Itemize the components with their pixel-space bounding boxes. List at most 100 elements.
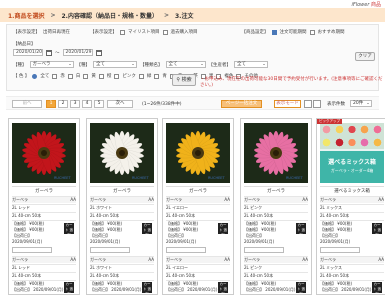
brand-logo: iFlower 商品	[351, 2, 381, 8]
history-checkbox[interactable]	[162, 29, 168, 35]
product-photo[interactable]	[12, 123, 76, 183]
add-to-cart-button[interactable]: カート 追加	[372, 223, 382, 237]
add-to-cart-button[interactable]: カート 追加	[64, 282, 74, 294]
color-checkbox[interactable]	[98, 73, 104, 79]
quantity-input[interactable]	[320, 247, 360, 253]
color-option: 黄	[91, 74, 96, 79]
add-to-cart-button[interactable]: カート 追加	[296, 282, 306, 294]
category-select[interactable]: ガーベラ	[29, 61, 74, 68]
quantity-input[interactable]	[12, 247, 52, 253]
spec-row: 2L 40-cm 50本	[90, 212, 154, 219]
stem-value: 40-cm	[250, 213, 263, 218]
color-checkbox[interactable]	[52, 73, 58, 79]
color-radio[interactable]	[32, 73, 38, 79]
product-name[interactable]: 選べるミックス箱	[320, 186, 384, 194]
size-value: 2L	[166, 213, 171, 218]
product-card[interactable]: RUCHEET ガーベラ ガーベラ AA 2L ピンク 2L 40-cm 50本 …	[240, 118, 312, 295]
search-button[interactable]: ⚲ 検索	[172, 74, 196, 86]
date-label: 【出荷日】	[244, 233, 264, 238]
grower-select[interactable]: 全て	[234, 61, 268, 68]
genus-row: ガーベラ AA	[166, 256, 230, 263]
display-setting-value: 出荷日再現在	[43, 30, 70, 35]
qty-value: 50本	[339, 213, 350, 218]
genus-select[interactable]: 全て	[93, 61, 137, 68]
quantity-input[interactable]	[90, 247, 130, 253]
size-value: 2L	[244, 205, 249, 210]
per-page-label: 表示件数	[327, 102, 345, 107]
add-to-cart-button[interactable]: カート 追加	[218, 282, 228, 294]
product-name[interactable]: ガーベラ	[166, 186, 230, 194]
variety-select[interactable]: 全て	[165, 61, 206, 68]
variety-value: イエロー	[172, 265, 189, 270]
spec-row: 2L 40-cm 50本	[90, 272, 154, 279]
product-photo[interactable]: 選べるミックス箱 ガーベラ・オーダー4箱	[320, 123, 384, 183]
color-option: 青	[162, 74, 167, 79]
date-label: 【出荷日】	[12, 287, 32, 292]
step-separator: >	[163, 11, 169, 19]
price-value: ¥00(税)	[29, 227, 45, 232]
page-bulk-order-button[interactable]: ページ一括注文	[221, 100, 262, 108]
stem-value: 40-cm	[18, 213, 31, 218]
page-5[interactable]: 5	[94, 100, 104, 108]
mylist-checkbox[interactable]	[120, 29, 125, 35]
price-label: 【価格】	[244, 281, 260, 286]
display-mode-button[interactable]: 表示モード	[274, 100, 301, 108]
product-photo[interactable]	[166, 123, 230, 183]
flower-image	[176, 130, 220, 176]
clear-button[interactable]: クリア	[355, 52, 375, 61]
product-card[interactable]: RUCHEET ガーベラ ガーベラ AA 2L イエロー 2L 40-cm 50本…	[162, 118, 234, 295]
flower-image	[254, 130, 298, 176]
product-card[interactable]: RUCHEET ガーベラ ガーベラ AA 2L レッド 2L 40-cm 50本 …	[8, 118, 80, 295]
variety-value: イエロー	[172, 205, 189, 210]
add-to-cart-button[interactable]: カート 追加	[372, 282, 382, 294]
product-photo[interactable]	[244, 123, 308, 183]
date-from-input[interactable]: 2020/01/20	[13, 49, 43, 56]
add-to-cart-button[interactable]: カート 追加	[218, 223, 228, 237]
calendar-icon[interactable]	[46, 49, 52, 56]
list-view-icon[interactable]	[313, 100, 321, 108]
color-checkbox[interactable]	[138, 73, 144, 79]
filter-label: 【種類名】	[140, 62, 163, 68]
page-4[interactable]: 4	[82, 100, 92, 108]
quantity-input[interactable]	[166, 247, 206, 253]
add-to-cart-button[interactable]: カート 追加	[142, 223, 152, 237]
product-card[interactable]: 選べるミックス箱 ガーベラ・オーダー4箱 ピックアップ 選べるミックス箱 ガーベ…	[316, 118, 385, 295]
add-to-cart-button[interactable]: カート 追加	[64, 223, 74, 237]
stem-value: 40-cm	[96, 213, 109, 218]
orderable-checkbox[interactable]	[271, 29, 277, 35]
price-value: ¥00(税)	[107, 227, 123, 232]
genus-value: ガーベラ	[320, 257, 336, 262]
date-to-input[interactable]: 2020/01/29	[62, 49, 93, 56]
recommend-checkbox[interactable]	[309, 29, 315, 35]
add-to-cart-button[interactable]: カート 追加	[142, 282, 152, 294]
product-name[interactable]: ガーベラ	[12, 186, 76, 194]
prev-page-button[interactable]: 前へ	[12, 100, 42, 108]
product-name[interactable]: ガーベラ	[90, 186, 154, 194]
size-value: 2L	[90, 265, 95, 270]
product-name[interactable]: ガーベラ	[244, 186, 308, 194]
color-checkbox[interactable]	[67, 73, 73, 79]
color-checkbox[interactable]	[114, 73, 120, 79]
per-page-select[interactable]: 20件	[350, 100, 372, 107]
quantity-input[interactable]	[244, 247, 284, 253]
price-label: 【価格】	[12, 227, 28, 232]
price-value: ¥00(税)	[107, 281, 123, 286]
color-checkbox[interactable]	[83, 73, 89, 79]
add-to-cart-button[interactable]: カート 追加	[296, 223, 306, 237]
size-value: 2L	[12, 265, 17, 270]
page-3[interactable]: 3	[70, 100, 80, 108]
next-page-button[interactable]: 次へ	[107, 100, 133, 108]
qty-value: 50本	[263, 213, 274, 218]
calendar-icon[interactable]	[95, 49, 102, 56]
color-checkbox[interactable]	[154, 73, 160, 79]
product-photo[interactable]	[90, 123, 154, 183]
genus-value: ガーベラ	[12, 197, 28, 202]
grid-view-icon[interactable]	[304, 100, 312, 108]
color-option: 全て	[40, 74, 50, 79]
page-2[interactable]: 2	[58, 100, 68, 108]
date-label: 【出荷日】	[166, 287, 186, 292]
product-card[interactable]: RUCHEET ガーベラ ガーベラ AA 2L ホワイト 2L 40-cm 50本…	[86, 118, 158, 295]
variety-value: レッド	[18, 265, 31, 270]
price-label: 【価格】	[244, 221, 260, 226]
page-1[interactable]: 1	[46, 100, 56, 108]
